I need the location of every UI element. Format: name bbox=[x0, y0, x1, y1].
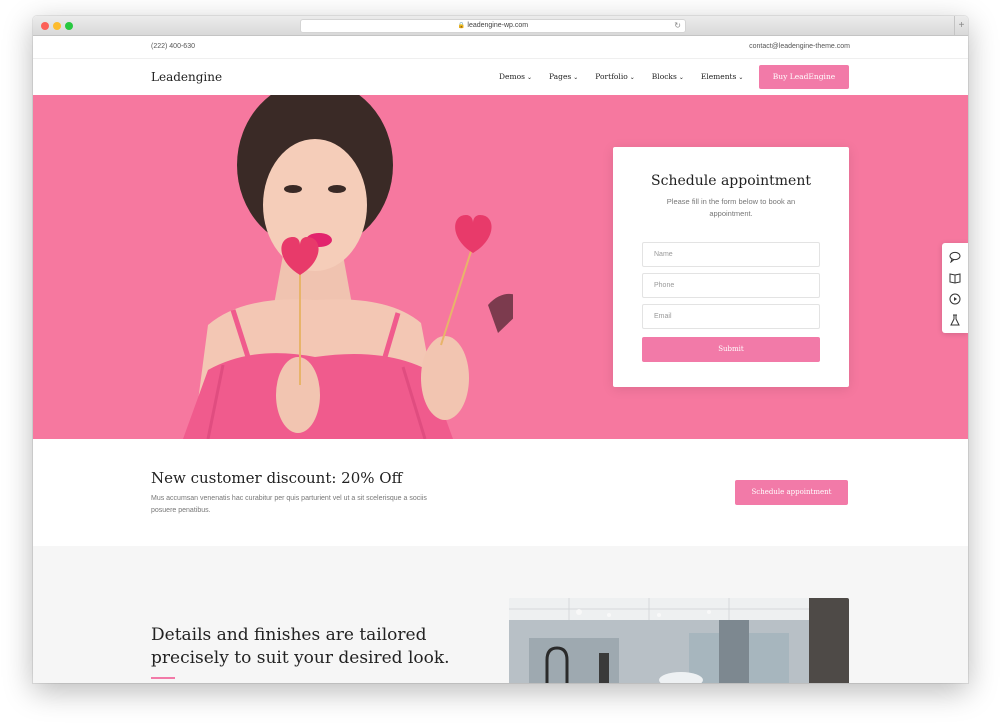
nav-item-label: Blocks bbox=[651, 72, 677, 81]
appointment-form: Schedule appointment Please fill in the … bbox=[613, 147, 849, 387]
minimize-window-button[interactable] bbox=[53, 22, 61, 30]
nav-item-portfolio[interactable]: Portfolio ⌄ bbox=[595, 72, 635, 81]
submit-button[interactable]: Submit bbox=[642, 337, 820, 362]
main-navigation: Leadengine Demos ⌄ Pages ⌄ Portfolio ⌄ Bloc… bbox=[33, 59, 968, 95]
browser-toolbar: 🔒 leadengine-wp.com ↻ + bbox=[33, 16, 968, 36]
chevron-down-icon: ⌄ bbox=[526, 74, 532, 81]
discount-section: New customer discount: 20% Off Mus accum… bbox=[33, 439, 968, 546]
discount-title: New customer discount: 20% Off bbox=[151, 469, 403, 487]
schedule-appointment-button[interactable]: Schedule appointment bbox=[735, 480, 848, 505]
side-toolbar bbox=[942, 243, 968, 333]
discount-text: Mus accumsan venenatis hac curabitur per… bbox=[151, 495, 427, 514]
chevron-down-icon: ⌄ bbox=[629, 74, 635, 81]
maximize-window-button[interactable] bbox=[65, 22, 73, 30]
chevron-down-icon: ⌄ bbox=[678, 74, 684, 81]
address-url: leadengine-wp.com bbox=[467, 22, 529, 29]
hero-model-image bbox=[183, 95, 513, 439]
name-field[interactable]: Name bbox=[642, 242, 820, 267]
title-underline bbox=[151, 677, 175, 679]
reload-icon[interactable]: ↻ bbox=[674, 20, 681, 32]
contact-email[interactable]: contact@leadengine-theme.com bbox=[749, 43, 850, 50]
play-icon[interactable] bbox=[949, 293, 961, 305]
nav-item-pages[interactable]: Pages ⌄ bbox=[549, 72, 578, 81]
phone-number: (222) 400-630 bbox=[151, 43, 195, 50]
form-subtitle: Please fill in the form below to book an… bbox=[666, 197, 796, 218]
address-bar[interactable]: 🔒 leadengine-wp.com ↻ bbox=[300, 19, 686, 33]
form-title: Schedule appointment bbox=[651, 173, 811, 189]
hero-section: Schedule appointment Please fill in the … bbox=[33, 95, 968, 439]
nav-item-label: Demos bbox=[499, 72, 525, 81]
site-logo[interactable]: Leadengine bbox=[151, 70, 222, 84]
details-section: Details and finishes are tailored precis… bbox=[33, 546, 968, 683]
nav-item-elements[interactable]: Elements ⌄ bbox=[701, 72, 744, 81]
nav-menu: Demos ⌄ Pages ⌄ Portfolio ⌄ Blocks ⌄ Element… bbox=[499, 72, 743, 81]
nav-item-demos[interactable]: Demos ⌄ bbox=[499, 72, 532, 81]
lock-icon: 🔒 bbox=[457, 23, 466, 29]
phone-field[interactable]: Phone bbox=[642, 273, 820, 298]
browser-window: 🔒 leadengine-wp.com ↻ + (222) 400-630 con… bbox=[33, 16, 968, 683]
contact-topbar: (222) 400-630 contact@leadengine-theme.c… bbox=[33, 36, 968, 59]
chat-icon[interactable] bbox=[949, 251, 961, 263]
nav-item-blocks[interactable]: Blocks ⌄ bbox=[652, 72, 684, 81]
details-title: Details and finishes are tailored precis… bbox=[151, 625, 450, 668]
new-tab-button[interactable]: + bbox=[954, 16, 968, 36]
nav-item-label: Portfolio bbox=[595, 72, 628, 81]
chevron-down-icon: ⌄ bbox=[738, 74, 744, 81]
flask-icon[interactable] bbox=[949, 314, 961, 326]
nav-item-label: Elements bbox=[700, 72, 737, 81]
email-field[interactable]: Email bbox=[642, 304, 820, 329]
nav-item-label: Pages bbox=[548, 72, 572, 81]
chevron-down-icon: ⌄ bbox=[573, 74, 579, 81]
buy-leadengine-button[interactable]: Buy LeadEngine bbox=[759, 65, 849, 89]
close-window-button[interactable] bbox=[41, 22, 49, 30]
book-icon[interactable] bbox=[949, 272, 961, 284]
salon-interior-image bbox=[509, 598, 849, 683]
